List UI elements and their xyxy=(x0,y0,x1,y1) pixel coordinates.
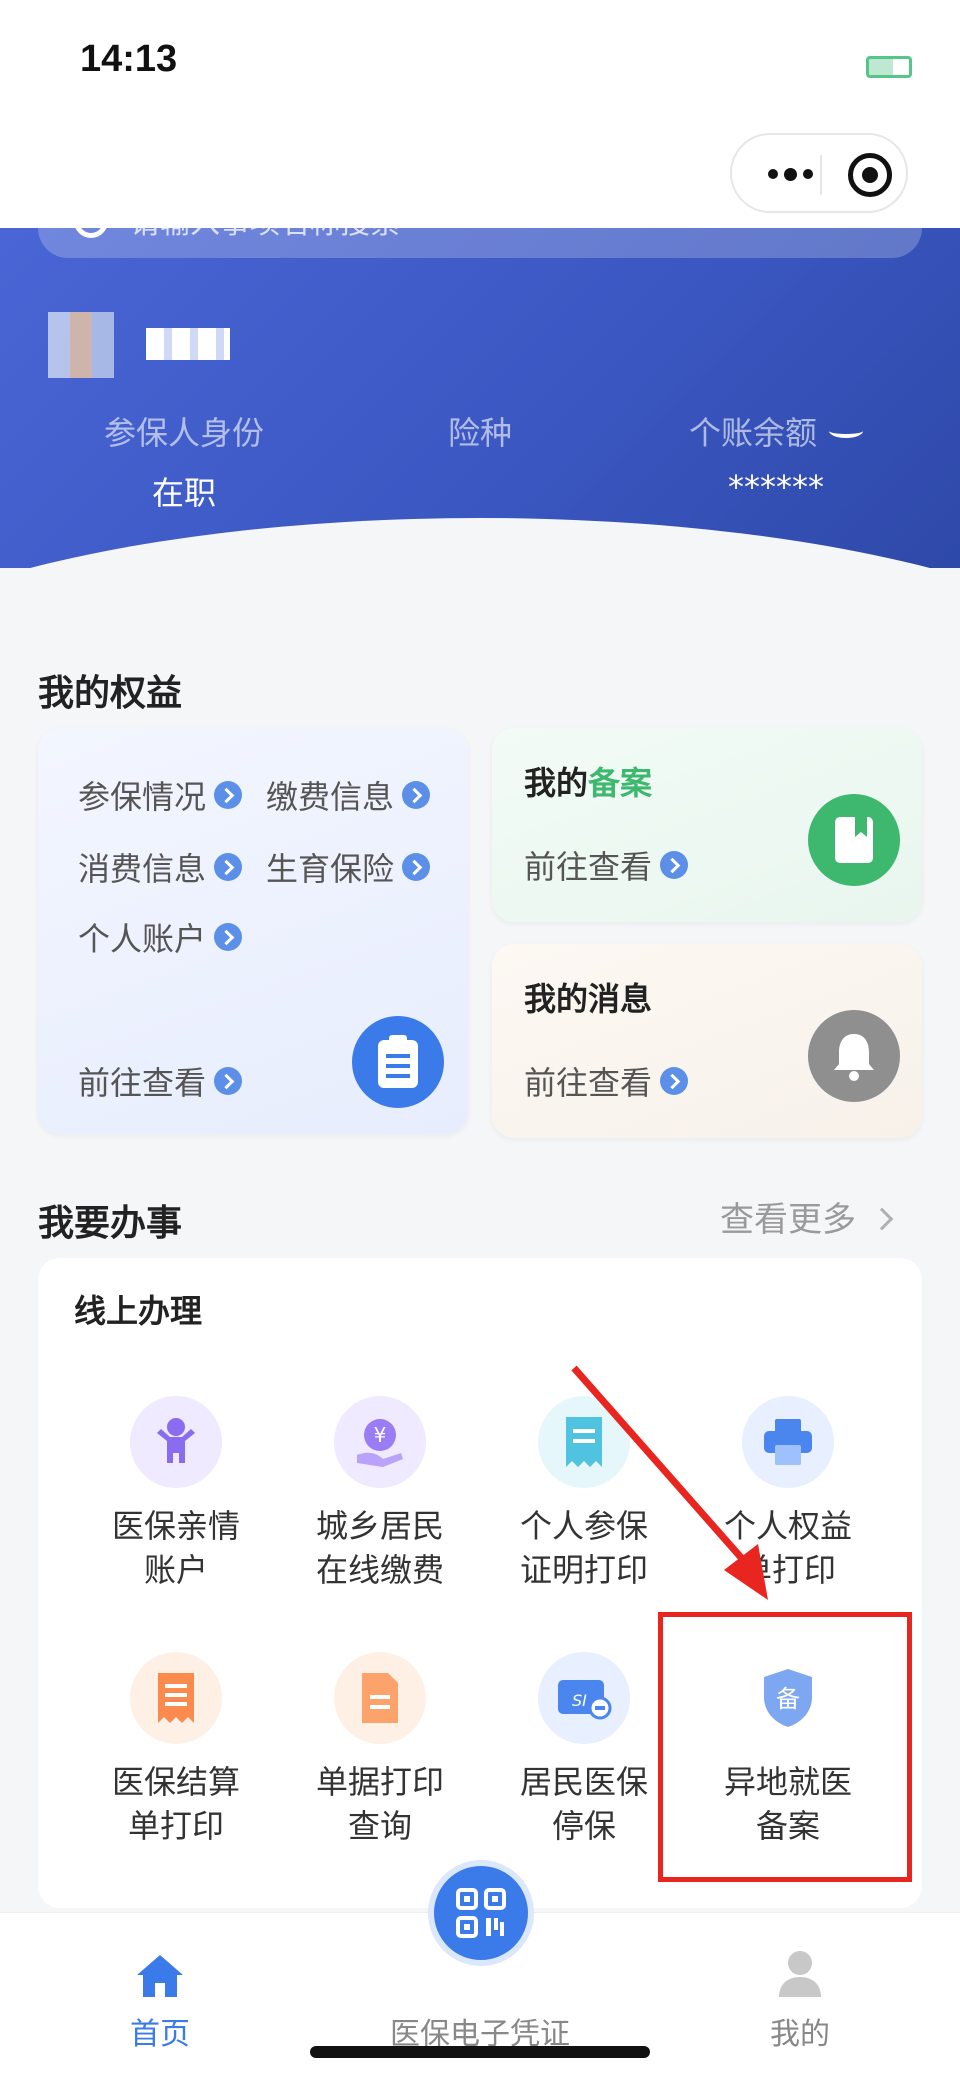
highlight-box xyxy=(658,1612,912,1882)
tab-home[interactable]: 首页 xyxy=(60,1939,260,2053)
qr-code-button[interactable] xyxy=(428,1860,534,1966)
qr-code-icon xyxy=(456,1888,506,1938)
home-indicator xyxy=(310,2046,650,2058)
tab-mine[interactable]: 我的 xyxy=(700,1939,900,2053)
user-icon xyxy=(700,1939,900,1999)
app-page: 14:13 请输入事项名称搜索 参保人身份 在职 险种 个账余额 ****** xyxy=(0,0,960,2077)
home-icon xyxy=(60,1939,260,1999)
